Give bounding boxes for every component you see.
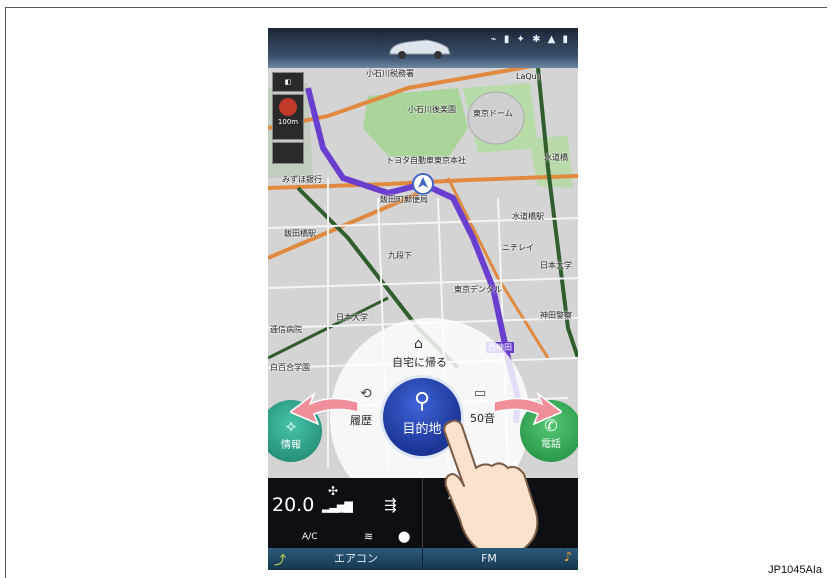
status-bar: ⌁ ▮ ✦ ✱ ▲ ▮ (268, 28, 578, 68)
status-icons: ⌁ ▮ ✦ ✱ ▲ ▮ (490, 34, 570, 45)
map-label: 飯田町郵便局 (380, 195, 428, 204)
map-mode-button[interactable] (272, 142, 304, 164)
map-label: トヨタ自動車東京本社 (386, 156, 466, 165)
car-icon (389, 39, 451, 59)
map-label: 東京ドーム (473, 109, 513, 118)
info-label: 情報 (281, 440, 301, 451)
map-label: 小石川後楽園 (408, 105, 456, 114)
map-label: 東京デンタル (454, 285, 502, 294)
go-home-button[interactable]: 自宅に帰る (392, 354, 447, 370)
fan-level-bars[interactable]: ▂▃▅▇ (322, 500, 353, 513)
map-label: ニチレイ (502, 243, 534, 252)
home-icon: ⌂ (414, 336, 423, 352)
compass-scale-panel[interactable]: 100m (272, 94, 304, 140)
map-label: みずほ銀行 (282, 175, 322, 184)
music-note-icon: ♪ (563, 550, 572, 565)
map-label: 日本大学 (540, 261, 572, 270)
airflow-icon[interactable]: ⇶ (384, 496, 397, 514)
panel-divider (422, 478, 423, 548)
map-label: LaQua (516, 72, 542, 81)
map-label: 神田警察 (540, 311, 572, 320)
map-label: 日本大学 (336, 313, 368, 322)
map-label: 水道橋駅 (512, 212, 544, 221)
nearby-icon: ▭ (474, 386, 487, 401)
history-icon: ⟲ (360, 386, 372, 402)
page-left-rule (5, 7, 6, 578)
tab-aircon[interactable]: エアコン (292, 548, 420, 570)
map-orientation-button[interactable]: ◧ (272, 72, 304, 92)
map-label: 飯田橋駅 (284, 229, 316, 238)
swipe-left-arrow (290, 391, 359, 426)
fan-icon: ✣ (328, 484, 339, 498)
map-label: 九段下 (388, 251, 412, 260)
navigation-screen: 小石川税務署 LaQua 小石川後楽園 東京ドーム トヨタ自動車東京本社 水道橋… (268, 28, 578, 570)
tab-bar: ⤴ エアコン FM ♪ (268, 548, 578, 570)
temperature-value[interactable]: 20.0 (272, 494, 314, 516)
page-top-rule (5, 7, 827, 8)
ac-label[interactable]: A/C (302, 532, 317, 542)
scale-label: 100m (277, 118, 299, 126)
map-label: 水道橋 (544, 153, 568, 162)
seat-icon[interactable]: ⬤ (398, 530, 410, 543)
hand-pointer-illustration (443, 419, 539, 555)
map-label: 小石川税務署 (366, 69, 414, 78)
map-label: 白百合学園 (270, 363, 310, 372)
tab-fm[interactable]: FM (424, 548, 554, 570)
aircon-tab-icon: ⤴ (274, 553, 287, 567)
compass-icon (279, 98, 297, 116)
defrost-icon[interactable]: ≋ (364, 530, 373, 543)
map-label: 逓信病院 (270, 325, 302, 334)
destination-pin-icon: ⚲ (413, 389, 431, 414)
tab-divider (422, 548, 423, 570)
figure-caption: JP1045AIa (768, 564, 822, 576)
